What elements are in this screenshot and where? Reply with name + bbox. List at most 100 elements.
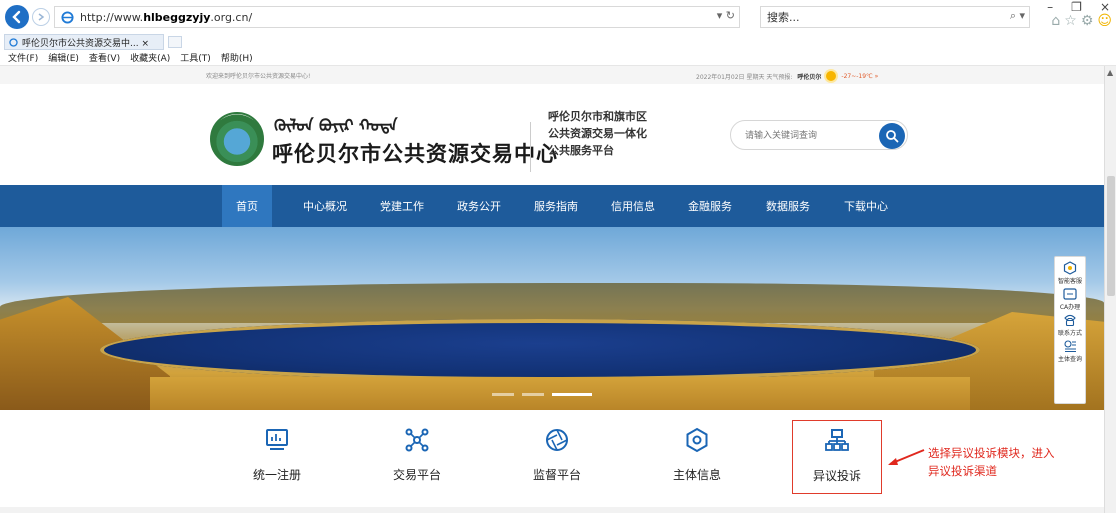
nav-data-services[interactable]: 数据服务 [756,185,820,227]
nav-credit-info[interactable]: 信用信息 [601,185,665,227]
main-nav: 首页 中心概况 党建工作 政务公开 服务指南 信用信息 金融服务 数据服务 下载… [0,185,1104,227]
smart-service-icon [1063,261,1077,275]
annotation-callout: 选择异议投诉模块，进入 异议投诉渠道 [928,444,1055,480]
banner-lake [100,319,980,381]
module-supervision-platform[interactable]: 监督平台 [512,420,602,494]
date-text: 2022年01月02日 星期天 天气预报: [696,73,793,81]
carousel-dot-active[interactable] [552,393,592,396]
minimize-button[interactable]: – [1047,0,1053,14]
smiley-feedback-icon[interactable]: ☺ [1097,13,1112,29]
settings-gear-icon[interactable]: ⚙ [1081,13,1094,29]
complaint-hierarchy-icon [823,427,851,455]
carousel-indicators [492,393,592,396]
search-icon[interactable]: ⌕ ▾ [1010,9,1025,23]
module-label: 主体信息 [672,468,721,482]
window-buttons: – ❐ × [1047,0,1110,14]
browser-toolbar-icons: ⌂ ☆ ⚙ ☺ [1051,13,1112,29]
browser-titlebar: http://www.hlbeggzyjy.org.cn/ ▾ ↻ 搜索... … [0,0,1116,34]
subtitle-line-2: 公共资源交易一体化 [548,127,647,140]
tab-strip: 呼伦贝尔市公共资源交易中... × [0,34,1116,50]
menu-bar: 文件(F) 编辑(E) 查看(V) 收藏夹(A) 工具(T) 帮助(H) [0,50,1116,66]
registration-monitor-icon [263,426,291,454]
section-divider [0,507,1104,513]
float-contact-label: 联系方式 [1057,330,1082,337]
float-entity-query[interactable]: 主体查询 [1058,339,1082,363]
menu-favorites[interactable]: 收藏夹(A) [130,51,170,64]
page-scrollbar[interactable]: ▲ [1104,66,1116,513]
sun-icon [826,71,837,81]
favorites-star-icon[interactable]: ☆ [1064,13,1077,29]
module-label: 交易平台 [392,468,441,482]
back-button[interactable] [5,5,29,29]
site-search-button[interactable] [879,123,905,149]
menu-file[interactable]: 文件(F) [8,51,38,64]
scrollbar-thumb[interactable] [1107,176,1115,296]
float-ca-service[interactable]: CA办理 [1060,287,1080,311]
entity-query-icon [1063,339,1077,353]
scroll-up-arrow-icon[interactable]: ▲ [1107,68,1113,77]
browser-search-box[interactable]: 搜索... ⌕ ▾ [760,6,1030,28]
menu-view[interactable]: 查看(V) [89,51,120,64]
welcome-text: 欢迎来到呼伦贝尔市公共资源交易中心! [206,73,311,80]
close-window-button[interactable]: × [1100,0,1110,14]
carousel-dot[interactable] [522,393,544,396]
subtitle-line-1: 呼伦贝尔市和旗市区 [548,110,647,123]
phone-icon [1063,313,1077,327]
site-subtitle: 呼伦贝尔市和旗市区 公共资源交易一体化 公共服务平台 [548,108,647,159]
menu-tools[interactable]: 工具(T) [180,51,211,64]
float-ca-service-label: CA办理 [1059,304,1081,311]
carousel-dot[interactable] [492,393,514,396]
module-label: 异议投诉 [812,469,861,483]
tab-ie-icon [9,37,18,47]
annotation-line-2: 异议投诉渠道 [928,464,997,478]
site-name: 呼伦贝尔市公共资源交易中心 [272,141,558,166]
home-icon[interactable]: ⌂ [1051,13,1060,29]
float-contact[interactable]: 联系方式 [1058,313,1082,337]
menu-help[interactable]: 帮助(H) [221,51,253,64]
nav-home[interactable]: 首页 [222,185,272,227]
ie-icon [61,10,74,24]
header-divider [530,122,531,172]
site-search-input[interactable] [745,128,875,144]
nav-financial-services[interactable]: 金融服务 [678,185,742,227]
weather-temp[interactable]: -27~-19℃ » [841,73,878,80]
weather-widget: 2022年01月02日 星期天 天气预报: 呼伦贝尔 -27~-19℃ » [696,71,878,81]
magnifier-icon [886,130,899,143]
forward-button[interactable] [32,8,50,26]
module-objection-complaint[interactable]: 异议投诉 [792,420,882,494]
float-smart-service[interactable]: 智能客服 [1058,261,1082,285]
site-logo[interactable] [210,112,264,166]
subtitle-line-3: 公共服务平台 [548,144,614,157]
nav-center-overview[interactable]: 中心概况 [293,185,357,227]
ca-card-icon [1063,287,1077,301]
entity-hexagon-icon [683,426,711,454]
hero-banner[interactable] [0,227,1104,410]
browser-search-placeholder: 搜索... [767,11,800,24]
site-header: ᠬᠥᠯᠦᠨ ᠪᠤᠶᠢᠷ ᠬᠣᠲᠠ 呼伦贝尔市公共资源交易中心 呼伦贝尔市和旗市区… [0,84,1104,185]
address-url: http://www.hlbeggzyjy.org.cn/ [80,10,253,24]
forward-arrow-icon [38,13,45,21]
module-unified-registration[interactable]: 统一注册 [232,420,322,494]
browser-tab[interactable]: 呼伦贝尔市公共资源交易中... × [4,34,164,50]
nav-government-affairs[interactable]: 政务公开 [447,185,511,227]
site-search [730,120,908,150]
module-entity-info[interactable]: 主体信息 [652,420,742,494]
annotation-arrow-icon [888,449,925,465]
address-bar[interactable]: http://www.hlbeggzyjy.org.cn/ ▾ ↻ [54,6,740,28]
nav-service-guide[interactable]: 服务指南 [524,185,588,227]
module-label: 监督平台 [532,468,581,482]
nav-party-building[interactable]: 党建工作 [370,185,434,227]
tab-title: 呼伦贝尔市公共资源交易中... × [22,38,149,49]
refresh-button[interactable]: ▾ ↻ [717,9,735,22]
float-entity-query-label: 主体查询 [1057,356,1082,363]
menu-edit[interactable]: 编辑(E) [48,51,79,64]
trading-network-icon [403,426,431,454]
top-info-strip: 欢迎来到呼伦贝尔市公共资源交易中心! 2022年01月02日 星期天 天气预报:… [0,66,1104,84]
restore-button[interactable]: ❐ [1071,0,1082,14]
module-trading-platform[interactable]: 交易平台 [372,420,462,494]
weather-city: 呼伦贝尔 [797,73,822,81]
nav-download-center[interactable]: 下载中心 [834,185,898,227]
new-tab-button[interactable] [168,36,182,48]
annotation-line-1: 选择异议投诉模块，进入 [928,446,1055,460]
float-smart-service-label: 智能客服 [1057,278,1082,285]
